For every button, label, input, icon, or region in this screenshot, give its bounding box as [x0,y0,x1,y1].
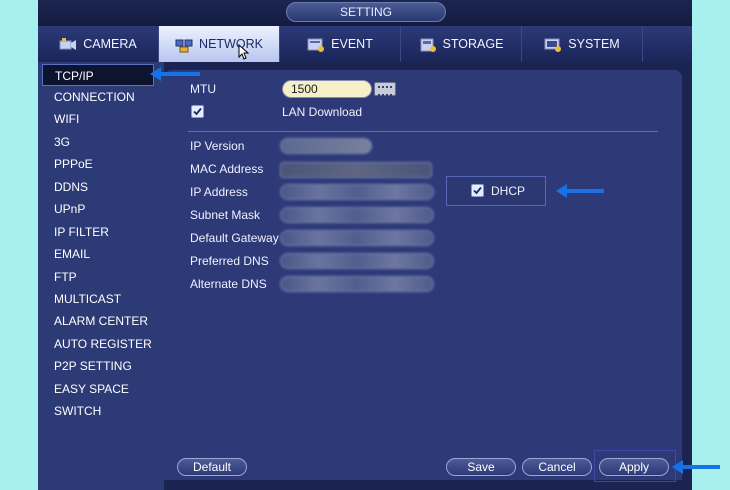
alternate-dns-label: Alternate DNS [190,277,267,291]
apply-button[interactable]: Apply [599,458,669,476]
sidebar-item-multicast[interactable]: MULTICAST [42,288,154,310]
alternate-dns-input[interactable] [280,276,434,292]
subnet-mask-label: Subnet Mask [190,208,261,222]
event-icon [307,37,325,52]
network-icon [175,37,193,53]
dhcp-label: DHCP [491,184,526,198]
tab-camera-label: CAMERA [83,37,137,51]
sidebar-item-connection[interactable]: CONNECTION [42,86,154,108]
default-gateway-input[interactable] [280,230,434,246]
divider [188,131,658,132]
sidebar-item-easy-space[interactable]: EASY SPACE [42,378,154,400]
tab-system[interactable]: SYSTEM [522,26,643,62]
camera-icon [59,37,77,51]
tab-event-label: EVENT [331,37,373,51]
arrow-left-icon [556,182,604,200]
sidebar-item-tcp-ip[interactable]: TCP/IP [42,64,154,86]
sidebar-item-switch[interactable]: SWITCH [42,400,154,422]
sidebar-item-auto-register[interactable]: AUTO REGISTER [42,333,154,355]
tab-camera[interactable]: CAMERA [38,26,159,62]
dhcp-group: DHCP [446,176,546,206]
sidebar-item-ddns[interactable]: DDNS [42,176,154,198]
arrow-left-icon [672,458,720,476]
sidebar-item-alarm-center[interactable]: ALARM CENTER [42,310,154,332]
keyboard-icon[interactable] [374,82,396,96]
mouse-cursor-icon [238,44,250,60]
tcp-ip-panel: MTU 1500 LAN Download IP Version MAC Add… [164,70,682,480]
tab-network-label: NETWORK [199,37,263,51]
tab-event[interactable]: EVENT [280,26,401,62]
preferred-dns-input[interactable] [280,253,434,269]
sidebar-item-email[interactable]: EMAIL [42,243,154,265]
checkmark-icon [193,107,202,116]
subnet-mask-input[interactable] [280,207,434,223]
main-tabs: CAMERA NETWORK EVENT STORAGE SYSTEM [38,26,692,62]
mac-address-field [280,162,432,178]
sidebar-item-ip-filter[interactable]: IP FILTER [42,221,154,243]
default-gateway-label: Default Gateway [190,231,279,245]
mtu-input[interactable]: 1500 [282,80,372,98]
sidebar-item-wifi[interactable]: WIFI [42,108,154,130]
ip-address-label: IP Address [190,185,248,199]
lan-download-checkbox[interactable] [191,105,204,118]
window-title: SETTING [286,2,446,22]
preferred-dns-label: Preferred DNS [190,254,269,268]
sidebar-item-upnp[interactable]: UPnP [42,198,154,220]
dhcp-checkbox[interactable] [471,184,484,197]
cancel-button[interactable]: Cancel [522,458,592,476]
ip-address-input[interactable] [280,184,434,200]
arrow-left-icon [150,65,200,83]
tab-network[interactable]: NETWORK [159,26,280,62]
save-button[interactable]: Save [446,458,516,476]
sidebar-item-p2p-setting[interactable]: P2P SETTING [42,355,154,377]
ip-version-label: IP Version [190,139,245,153]
setting-window: SETTING CAMERA NETWORK EVENT STORAGE SYS… [38,0,692,490]
tab-storage[interactable]: STORAGE [401,26,522,62]
tab-storage-label: STORAGE [442,37,504,51]
sidebar-item-3g[interactable]: 3G [42,131,154,153]
system-icon [544,37,562,52]
mac-address-label: MAC Address [190,162,264,176]
sidebar-item-ftp[interactable]: FTP [42,266,154,288]
title-bar: SETTING [38,0,692,26]
tab-system-label: SYSTEM [568,37,620,51]
storage-icon [419,37,437,52]
sidebar: TCP/IP CONNECTION WIFI 3G PPPoE DDNS UPn… [38,62,164,490]
mtu-label: MTU [190,82,216,96]
sidebar-item-pppoe[interactable]: PPPoE [42,153,154,175]
checkmark-icon [473,186,482,195]
lan-download-label: LAN Download [282,105,363,119]
default-button[interactable]: Default [177,458,247,476]
ip-version-select[interactable] [280,138,372,154]
